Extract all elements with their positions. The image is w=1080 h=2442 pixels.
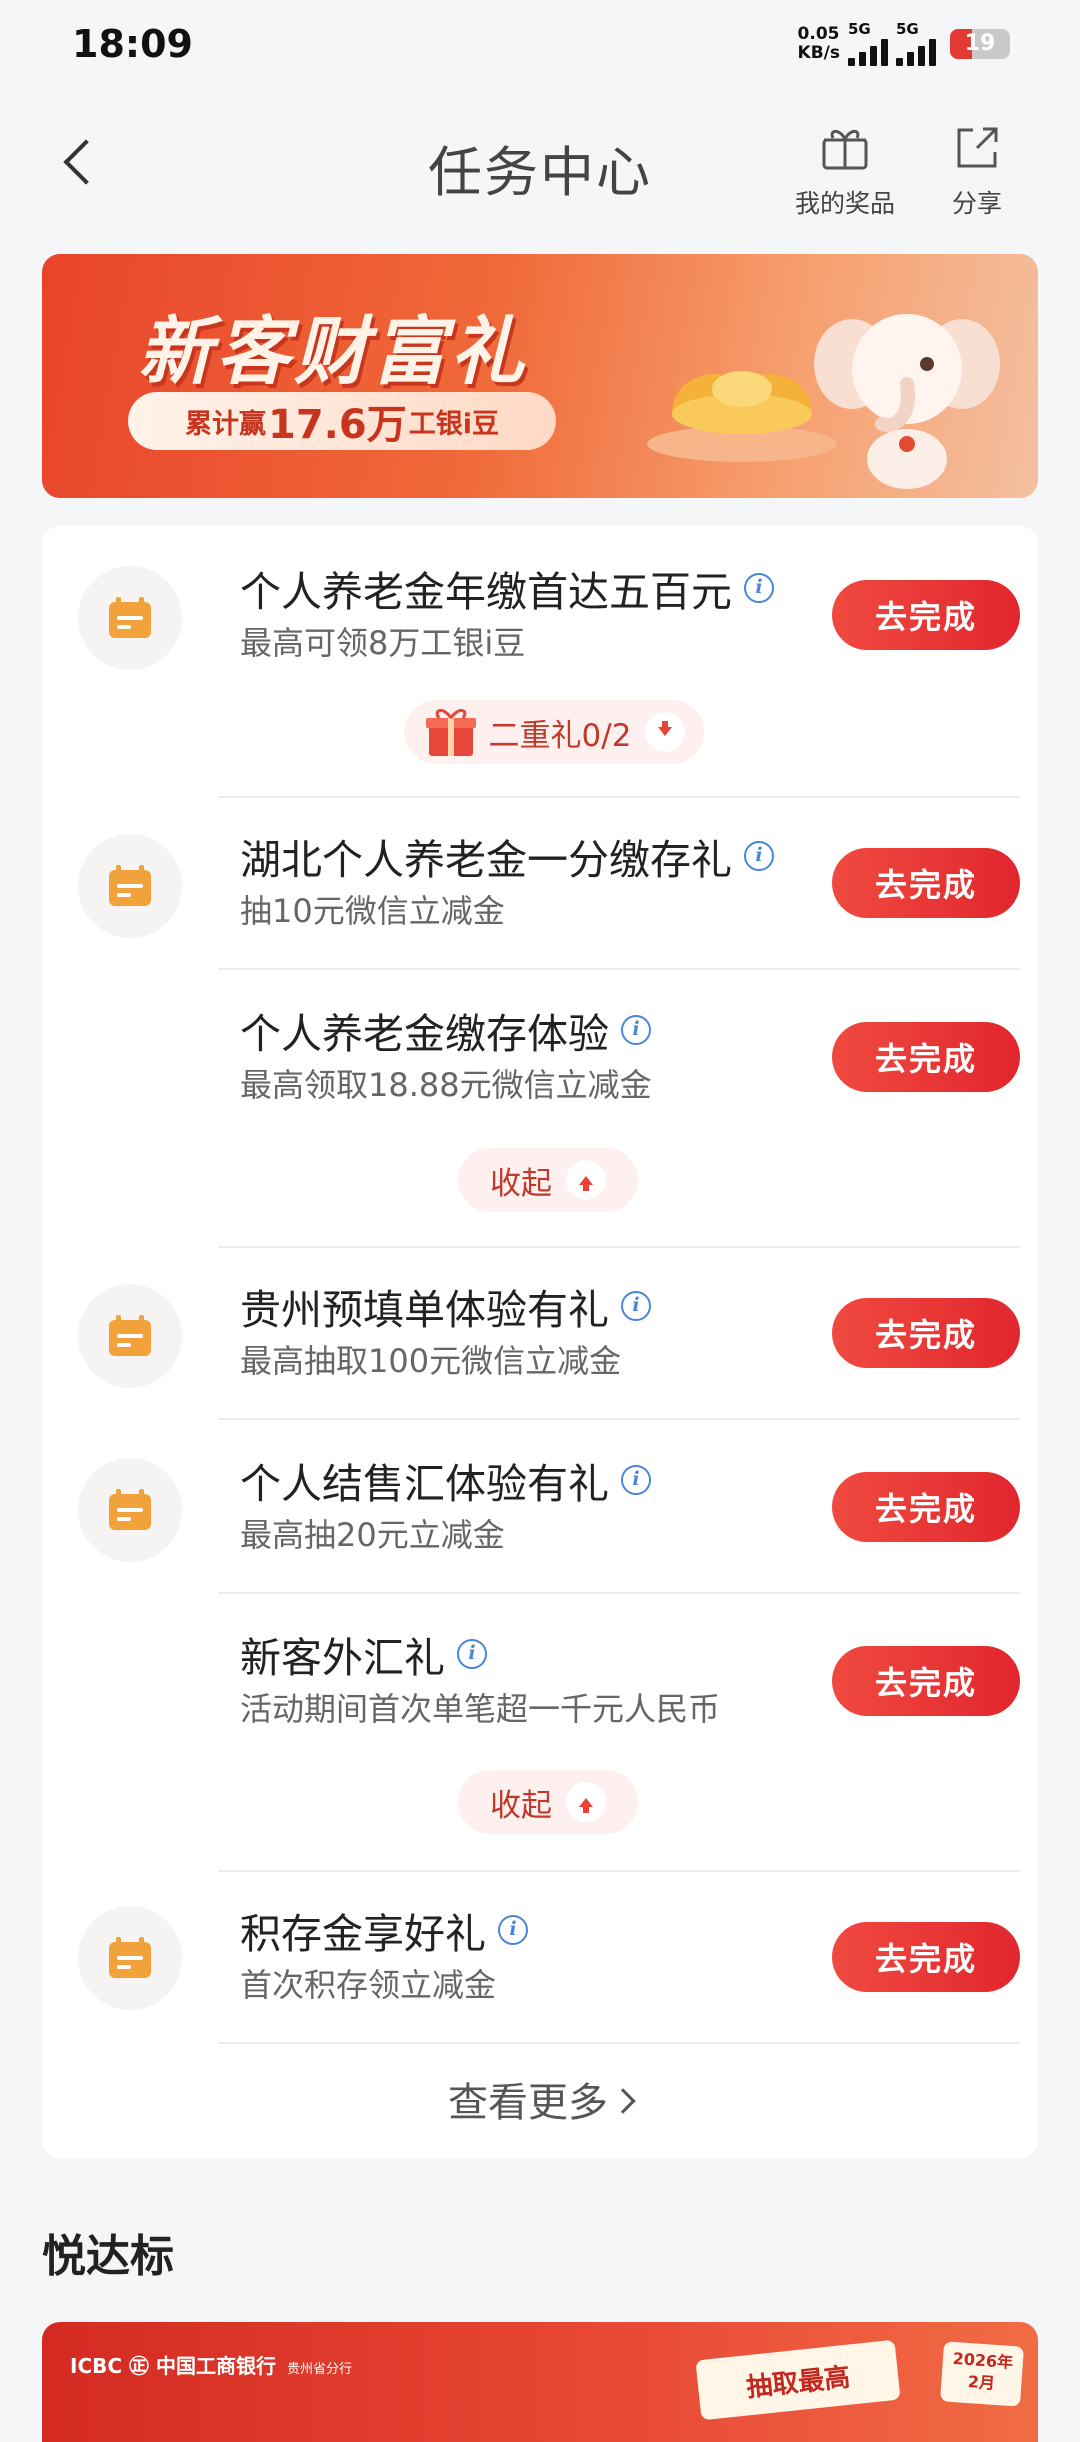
go-complete-button[interactable]: 去完成 — [832, 848, 1020, 918]
go-complete-button[interactable]: 去完成 — [832, 1472, 1020, 1542]
banner-title: 新客财富礼 — [138, 309, 528, 395]
calendar-icon — [78, 1458, 182, 1562]
signal-sim1-icon: 5G — [848, 22, 888, 66]
task-list-card: 个人养老金年缴首达五百元 i 最高可领8万工银i豆 去完成 二重礼0/2 湖北个… — [42, 526, 1038, 2158]
gift-box-icon — [425, 709, 476, 756]
arrow-up-icon — [566, 1782, 606, 1822]
task-title: 湖北个人养老金一分缴存礼 i — [240, 826, 774, 886]
see-more-link[interactable]: 查看更多 — [42, 2070, 1038, 2128]
task-subtitle: 最高可领8万工银i豆 — [240, 624, 526, 662]
task-title: 新客外汇礼 i — [240, 1624, 487, 1684]
task-row: 积存金享好礼 i 首次积存领立减金 去完成 — [42, 1872, 1038, 2042]
collapse-toggle[interactable]: 收起 — [458, 1770, 638, 1834]
second-gift-toggle[interactable]: 二重礼0/2 — [404, 700, 704, 764]
collapse-toggle[interactable]: 收起 — [458, 1148, 638, 1212]
arrow-up-icon — [566, 1160, 606, 1200]
signal-sim2-icon: 5G — [896, 22, 936, 66]
status-indicators: 0.05 KB/s 5G 5G 19 — [798, 22, 1010, 66]
new-customer-banner[interactable]: 新客财富礼 累计赢 17.6万 工银i豆 — [42, 254, 1038, 498]
status-bar: 18:09 0.05 KB/s 5G 5G 19 — [0, 0, 1080, 90]
banner-reward-pill: 累计赢 17.6万 工银i豆 — [128, 392, 556, 450]
task-row: 湖北个人养老金一分缴存礼 i 抽10元微信立减金 去完成 — [42, 798, 1038, 968]
arrow-down-icon — [645, 712, 686, 752]
gift-icon — [822, 129, 868, 170]
task-title: 个人养老金缴存体验 i — [240, 1000, 651, 1060]
task-row: 新客外汇礼 i 活动期间首次单笔超一千元人民币 去完成 收起 — [42, 1594, 1038, 1872]
page-title: 任务中心 — [428, 141, 652, 204]
share-label: 分享 — [951, 189, 1002, 218]
go-complete-button[interactable]: 去完成 — [832, 1022, 1020, 1092]
header: 任务中心 我的奖品 分享 — [0, 110, 1080, 220]
task-title: 个人结售汇体验有礼 i — [240, 1450, 651, 1510]
go-complete-button[interactable]: 去完成 — [832, 580, 1020, 650]
calendar-icon — [78, 1906, 182, 2010]
icbc-logo: ICBC ㊣ 中国工商银行 贵州省分行 — [70, 2354, 352, 2378]
task-subtitle: 活动期间首次单笔超一千元人民币 — [240, 1690, 721, 1728]
task-row: 个人结售汇体验有礼 i 最高抽20元立减金 去完成 — [42, 1420, 1038, 1590]
task-title: 贵州预填单体验有礼 i — [240, 1276, 651, 1336]
task-subtitle: 最高领取18.88元微信立减金 — [240, 1066, 652, 1104]
info-icon[interactable]: i — [457, 1639, 487, 1669]
share-icon — [957, 127, 998, 168]
section-title: 悦达标 — [42, 2231, 174, 2282]
elephant-mascot-icon — [814, 314, 1000, 489]
go-complete-button[interactable]: 去完成 — [832, 1646, 1020, 1716]
icbc-promo-banner[interactable]: ICBC ㊣ 中国工商银行 贵州省分行 抽取最高 2026年 2月 — [42, 2322, 1038, 2442]
chevron-right-icon — [610, 2088, 636, 2114]
info-icon[interactable]: i — [621, 1291, 651, 1321]
my-prizes-label: 我的奖品 — [794, 189, 895, 218]
my-prizes-button[interactable]: 我的奖品 — [790, 124, 900, 220]
task-subtitle: 首次积存领立减金 — [240, 1966, 497, 2004]
task-subtitle: 最高抽取100元微信立减金 — [240, 1342, 622, 1380]
go-complete-button[interactable]: 去完成 — [832, 1298, 1020, 1368]
divider — [218, 2042, 1020, 2044]
battery-icon: 19 — [950, 29, 1010, 59]
promo-tag: 抽取最高 — [695, 2339, 901, 2421]
calendar-icon — [78, 834, 182, 938]
calendar-icon — [78, 566, 182, 670]
task-subtitle: 最高抽20元立减金 — [240, 1516, 505, 1554]
task-title: 积存金享好礼 i — [240, 1900, 528, 1960]
info-icon[interactable]: i — [744, 573, 774, 603]
info-icon[interactable]: i — [744, 841, 774, 871]
task-row: 个人养老金年缴首达五百元 i 最高可领8万工银i豆 去完成 二重礼0/2 — [42, 526, 1038, 806]
promo-date-badge: 2026年 2月 — [940, 2341, 1024, 2407]
task-row: 个人养老金缴存体验 i 最高领取18.88元微信立减金 去完成 收起 — [42, 970, 1038, 1250]
task-title: 个人养老金年缴首达五百元 i — [240, 558, 774, 618]
info-icon[interactable]: i — [498, 1915, 528, 1945]
network-speed: 0.05 KB/s — [797, 24, 840, 63]
task-subtitle: 抽10元微信立减金 — [240, 892, 505, 930]
go-complete-button[interactable]: 去完成 — [832, 1922, 1020, 1992]
task-row: 贵州预填单体验有礼 i 最高抽取100元微信立减金 去完成 — [42, 1248, 1038, 1418]
info-icon[interactable]: i — [621, 1465, 651, 1495]
status-time: 18:09 — [72, 22, 193, 66]
share-button[interactable]: 分享 — [922, 124, 1032, 220]
calendar-icon — [78, 1284, 182, 1388]
info-icon[interactable]: i — [621, 1015, 651, 1045]
